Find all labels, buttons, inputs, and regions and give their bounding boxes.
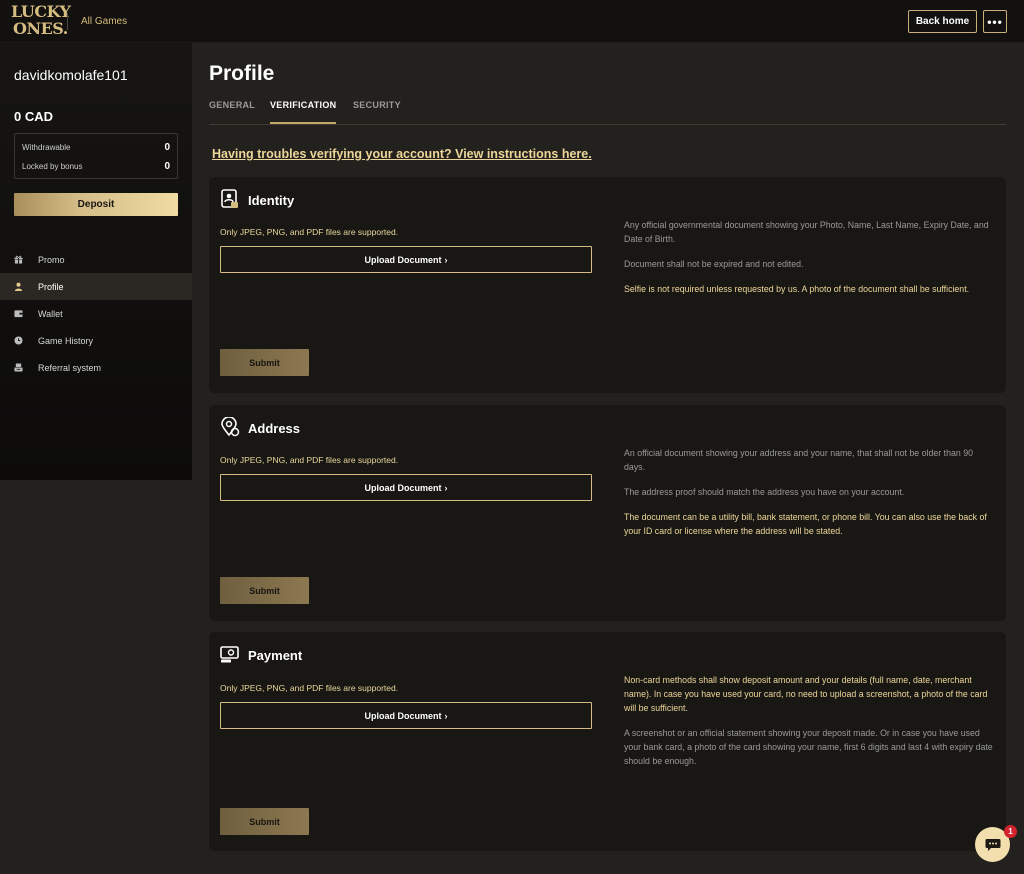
upload-document-label: Upload Document — [364, 254, 442, 265]
submit-button[interactable]: Submit — [220, 577, 309, 604]
sidebar-item-wallet[interactable]: Wallet — [0, 300, 192, 327]
logo-line-1: LUCKY — [11, 2, 71, 21]
clock-icon — [14, 336, 23, 345]
sidebar-nav: Promo Profile Wallet Game History Referr… — [0, 246, 192, 381]
note-text: Any official governmental document showi… — [624, 220, 989, 244]
sidebar-item-label: Referral system — [38, 362, 102, 373]
chat-bubble-icon — [985, 838, 1000, 851]
deposit-button[interactable]: Deposit — [14, 193, 178, 216]
upload-document-button[interactable]: Upload Document › — [220, 246, 592, 273]
sidebar-item-label: Promo — [38, 254, 65, 265]
withdrawable-row: Withdrawable 0 — [22, 142, 170, 153]
username: davidkomolafe101 — [14, 67, 128, 83]
tab-verification[interactable]: VERIFICATION — [270, 100, 336, 110]
note-text: The address proof should match the addre… — [624, 487, 905, 497]
sidebar-item-referral-system[interactable]: Referral system — [0, 354, 192, 381]
identity-notes: Any official governmental document showi… — [624, 218, 994, 307]
verification-help-link[interactable]: Having troubles verifying your account? … — [212, 147, 592, 161]
chevron-right-icon: › — [444, 254, 448, 265]
chevron-right-icon: › — [444, 710, 448, 721]
submit-button[interactable]: Submit — [220, 808, 309, 835]
id-card-icon — [221, 189, 238, 208]
tab-security[interactable]: SECURITY — [353, 100, 401, 110]
withdrawable-label: Withdrawable — [22, 143, 71, 152]
logo-divider — [67, 13, 68, 30]
wallet-icon — [14, 310, 23, 318]
chat-notification-badge: 1 — [1004, 825, 1017, 838]
referral-icon — [14, 363, 23, 372]
note-text: The document can be a utility bill, bank… — [624, 512, 987, 536]
supported-formats-text: Only JPEG, PNG, and PDF files are suppor… — [220, 455, 399, 465]
balance: 0 CAD — [14, 109, 54, 124]
note-text: Document shall not be expired and not ed… — [624, 259, 804, 269]
balance-breakdown: Withdrawable 0 Locked by bonus 0 — [14, 133, 178, 179]
sidebar: davidkomolafe101 0 CAD Withdrawable 0 Lo… — [0, 43, 192, 480]
lucky-ones-logo[interactable]: LUCKY ONES. — [11, 2, 71, 40]
back-home-button[interactable]: Back home — [908, 10, 977, 33]
upload-document-button[interactable]: Upload Document › — [220, 702, 592, 729]
supported-formats-text: Only JPEG, PNG, and PDF files are suppor… — [220, 227, 399, 237]
sidebar-item-profile[interactable]: Profile — [0, 273, 192, 300]
withdrawable-value: 0 — [164, 142, 170, 153]
sidebar-item-label: Game History — [38, 335, 94, 346]
payment-notes: Non-card methods shall show deposit amou… — [624, 673, 994, 779]
gift-icon — [14, 255, 23, 264]
note-text: A screenshot or an official statement sh… — [624, 728, 993, 766]
chevron-right-icon: › — [444, 482, 448, 493]
active-tab-indicator — [270, 122, 336, 124]
location-pin-icon — [221, 417, 240, 437]
identity-card: Identity Only JPEG, PNG, and PDF files a… — [209, 177, 1006, 393]
sidebar-item-game-history[interactable]: Game History — [0, 327, 192, 354]
submit-button[interactable]: Submit — [220, 349, 309, 376]
upload-document-button[interactable]: Upload Document › — [220, 474, 592, 501]
payment-card-icon — [220, 646, 239, 663]
logo-line-2: ONES. — [13, 19, 68, 38]
note-text: Selfie is not required unless requested … — [624, 284, 970, 294]
sidebar-item-promo[interactable]: Promo — [0, 246, 192, 273]
all-games-link[interactable]: All Games — [81, 16, 127, 27]
user-icon — [14, 282, 23, 291]
card-title: Payment — [248, 648, 303, 663]
sidebar-item-label: Wallet — [38, 308, 63, 319]
upload-document-label: Upload Document — [364, 710, 442, 721]
top-bar: LUCKY ONES. All Games Back home ••• — [0, 0, 1024, 43]
sidebar-item-label: Profile — [38, 281, 64, 292]
locked-bonus-value: 0 — [164, 161, 170, 172]
profile-tabs: GENERAL VERIFICATION SECURITY — [209, 100, 1006, 125]
card-title: Identity — [248, 193, 295, 208]
supported-formats-text: Only JPEG, PNG, and PDF files are suppor… — [220, 683, 399, 693]
address-notes: An official document showing your addres… — [624, 446, 994, 549]
locked-bonus-label: Locked by bonus — [22, 162, 83, 171]
page-title: Profile — [209, 62, 275, 85]
card-title: Address — [248, 421, 301, 436]
payment-card: Payment Only JPEG, PNG, and PDF files ar… — [209, 632, 1006, 851]
more-menu-button[interactable]: ••• — [983, 10, 1007, 33]
upload-document-label: Upload Document — [364, 482, 442, 493]
address-card: Address Only JPEG, PNG, and PDF files ar… — [209, 405, 1006, 621]
tab-general[interactable]: GENERAL — [209, 100, 255, 110]
locked-bonus-row: Locked by bonus 0 — [22, 161, 170, 172]
note-text: An official document showing your addres… — [624, 448, 973, 472]
note-text: Non-card methods shall show deposit amou… — [624, 675, 988, 713]
